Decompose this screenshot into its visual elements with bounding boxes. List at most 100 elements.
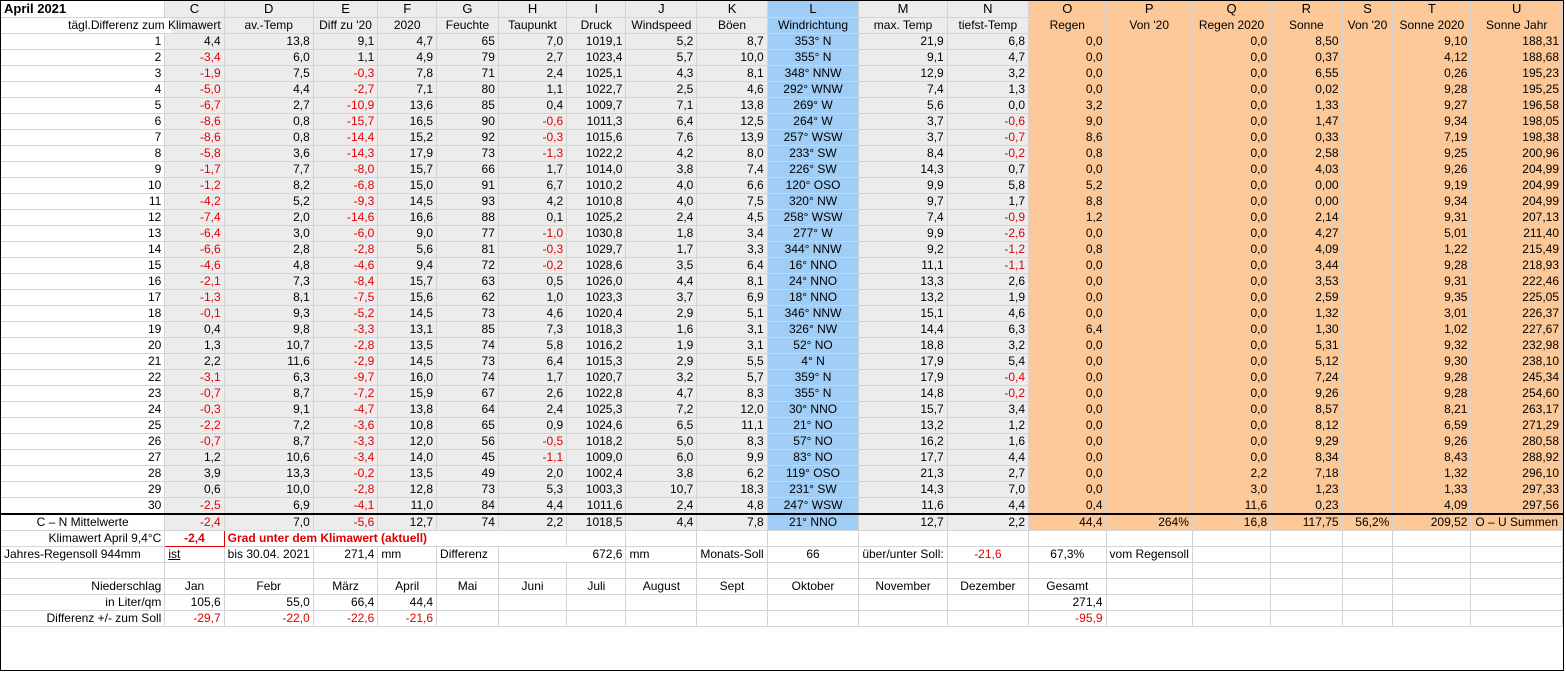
month-name[interactable]: April: [377, 578, 438, 595]
data-cell[interactable]: 3,3: [696, 241, 768, 258]
data-cell[interactable]: -4,2: [164, 193, 225, 210]
empty-cell[interactable]: [1392, 546, 1472, 563]
data-cell[interactable]: [1106, 81, 1193, 98]
data-cell[interactable]: 280,58: [1470, 433, 1563, 450]
data-cell[interactable]: 15,7: [858, 401, 948, 418]
empty-cell[interactable]: [1470, 610, 1563, 627]
liter-value[interactable]: [498, 594, 568, 611]
data-cell[interactable]: 1,3: [947, 81, 1030, 98]
empty-cell[interactable]: [1192, 530, 1272, 547]
data-cell[interactable]: -15,7: [313, 113, 379, 130]
column-letter[interactable]: F: [377, 1, 438, 18]
data-cell[interactable]: 14,4: [858, 321, 948, 338]
data-cell[interactable]: 0,0: [1192, 273, 1272, 290]
empty-cell[interactable]: [947, 530, 1030, 547]
data-cell[interactable]: 0,0: [1192, 49, 1272, 66]
data-cell[interactable]: 3,1: [696, 321, 768, 338]
day-number[interactable]: 8: [1, 145, 166, 162]
data-cell[interactable]: 1010,2: [566, 177, 627, 194]
data-cell[interactable]: 0,0: [1192, 129, 1272, 146]
data-cell[interactable]: 57° NO: [767, 433, 860, 450]
data-cell[interactable]: 120° OSO: [767, 177, 860, 194]
data-cell[interactable]: -14,3: [313, 145, 379, 162]
data-cell[interactable]: 14,3: [858, 161, 948, 178]
data-cell[interactable]: 355° N: [767, 49, 860, 66]
data-cell[interactable]: 3,6: [224, 145, 314, 162]
data-cell[interactable]: -6,7: [164, 97, 225, 114]
data-cell[interactable]: 7,4: [696, 161, 768, 178]
data-cell[interactable]: [1342, 433, 1394, 450]
data-cell[interactable]: 9,9: [858, 225, 948, 242]
day-number[interactable]: 21: [1, 353, 166, 370]
data-cell[interactable]: 11,1: [858, 257, 948, 274]
data-cell[interactable]: 0,0: [1192, 369, 1272, 386]
data-cell[interactable]: 4,7: [947, 49, 1030, 66]
data-cell[interactable]: -1,2: [164, 177, 225, 194]
header-cell[interactable]: tägl.Differenz zum Klimawert: [1, 17, 225, 34]
empty-cell[interactable]: [1470, 594, 1563, 611]
data-cell[interactable]: 200,96: [1470, 145, 1563, 162]
data-cell[interactable]: 77: [436, 225, 499, 242]
data-cell[interactable]: 73: [436, 481, 499, 498]
data-cell[interactable]: 204,99: [1470, 177, 1563, 194]
data-cell[interactable]: 6,5: [625, 417, 698, 434]
data-cell[interactable]: 6,4: [498, 353, 568, 370]
data-cell[interactable]: 1015,6: [566, 129, 627, 146]
data-cell[interactable]: [1342, 289, 1394, 306]
column-letter[interactable]: D: [224, 1, 314, 18]
data-cell[interactable]: 9,4: [377, 257, 438, 274]
data-cell[interactable]: 264° W: [767, 113, 860, 130]
data-cell[interactable]: 1022,7: [566, 81, 627, 98]
differenz-soll-value[interactable]: [947, 610, 1030, 627]
data-cell[interactable]: 3,0: [1192, 481, 1272, 498]
data-cell[interactable]: 7,18: [1270, 465, 1343, 482]
data-cell[interactable]: 1020,4: [566, 305, 627, 322]
data-cell[interactable]: 6,0: [625, 449, 698, 466]
empty-cell[interactable]: [1192, 562, 1272, 579]
header-cell[interactable]: Von '20: [1106, 17, 1193, 34]
month-name[interactable]: Juli: [566, 578, 627, 595]
data-cell[interactable]: 1025,1: [566, 65, 627, 82]
data-cell[interactable]: 0,0: [1192, 417, 1272, 434]
data-cell[interactable]: -4,7: [313, 401, 379, 418]
data-cell[interactable]: 14,0: [377, 449, 438, 466]
data-cell[interactable]: [1342, 353, 1394, 370]
regensoll-percent[interactable]: 67,3%: [1028, 546, 1107, 563]
empty-cell[interactable]: [1342, 530, 1394, 547]
day-number[interactable]: 17: [1, 289, 166, 306]
data-cell[interactable]: 0,8: [224, 113, 314, 130]
empty-cell[interactable]: [1470, 530, 1563, 547]
sheet-title[interactable]: April 2021: [1, 1, 166, 18]
data-cell[interactable]: 195,25: [1470, 81, 1563, 98]
data-cell[interactable]: 1028,6: [566, 257, 627, 274]
data-cell[interactable]: 8,7: [696, 33, 768, 50]
liter-value[interactable]: [767, 594, 860, 611]
data-cell[interactable]: 8,43: [1392, 449, 1472, 466]
data-cell[interactable]: 8,2: [224, 177, 314, 194]
data-cell[interactable]: 14,5: [377, 353, 438, 370]
data-cell[interactable]: 73: [436, 145, 499, 162]
data-cell[interactable]: 2,59: [1270, 289, 1343, 306]
data-cell[interactable]: 0,0: [1028, 385, 1107, 402]
data-cell[interactable]: 9,34: [1392, 193, 1472, 210]
data-cell[interactable]: 5,0: [625, 433, 698, 450]
data-cell[interactable]: 9,1: [858, 49, 948, 66]
klimawert-note[interactable]: Grad unter dem Klimawert (aktuell): [224, 530, 568, 547]
data-cell[interactable]: 6,8: [947, 33, 1030, 50]
data-cell[interactable]: [1106, 241, 1193, 258]
data-cell[interactable]: 0,0: [1028, 305, 1107, 322]
data-cell[interactable]: 1010,8: [566, 193, 627, 210]
data-cell[interactable]: 1015,3: [566, 353, 627, 370]
data-cell[interactable]: 1,32: [1270, 305, 1343, 322]
empty-cell[interactable]: [1270, 610, 1343, 627]
data-cell[interactable]: 90: [436, 113, 499, 130]
data-cell[interactable]: 9,0: [377, 225, 438, 242]
data-cell[interactable]: 0,0: [1192, 337, 1272, 354]
data-cell[interactable]: 9,3: [224, 305, 314, 322]
data-cell[interactable]: -0,3: [498, 129, 568, 146]
empty-cell[interactable]: [696, 562, 768, 579]
summary-cell[interactable]: 4,4: [625, 512, 698, 531]
data-cell[interactable]: 2,8: [224, 241, 314, 258]
data-cell[interactable]: 0,0: [1192, 33, 1272, 50]
data-cell[interactable]: 10,0: [696, 49, 768, 66]
